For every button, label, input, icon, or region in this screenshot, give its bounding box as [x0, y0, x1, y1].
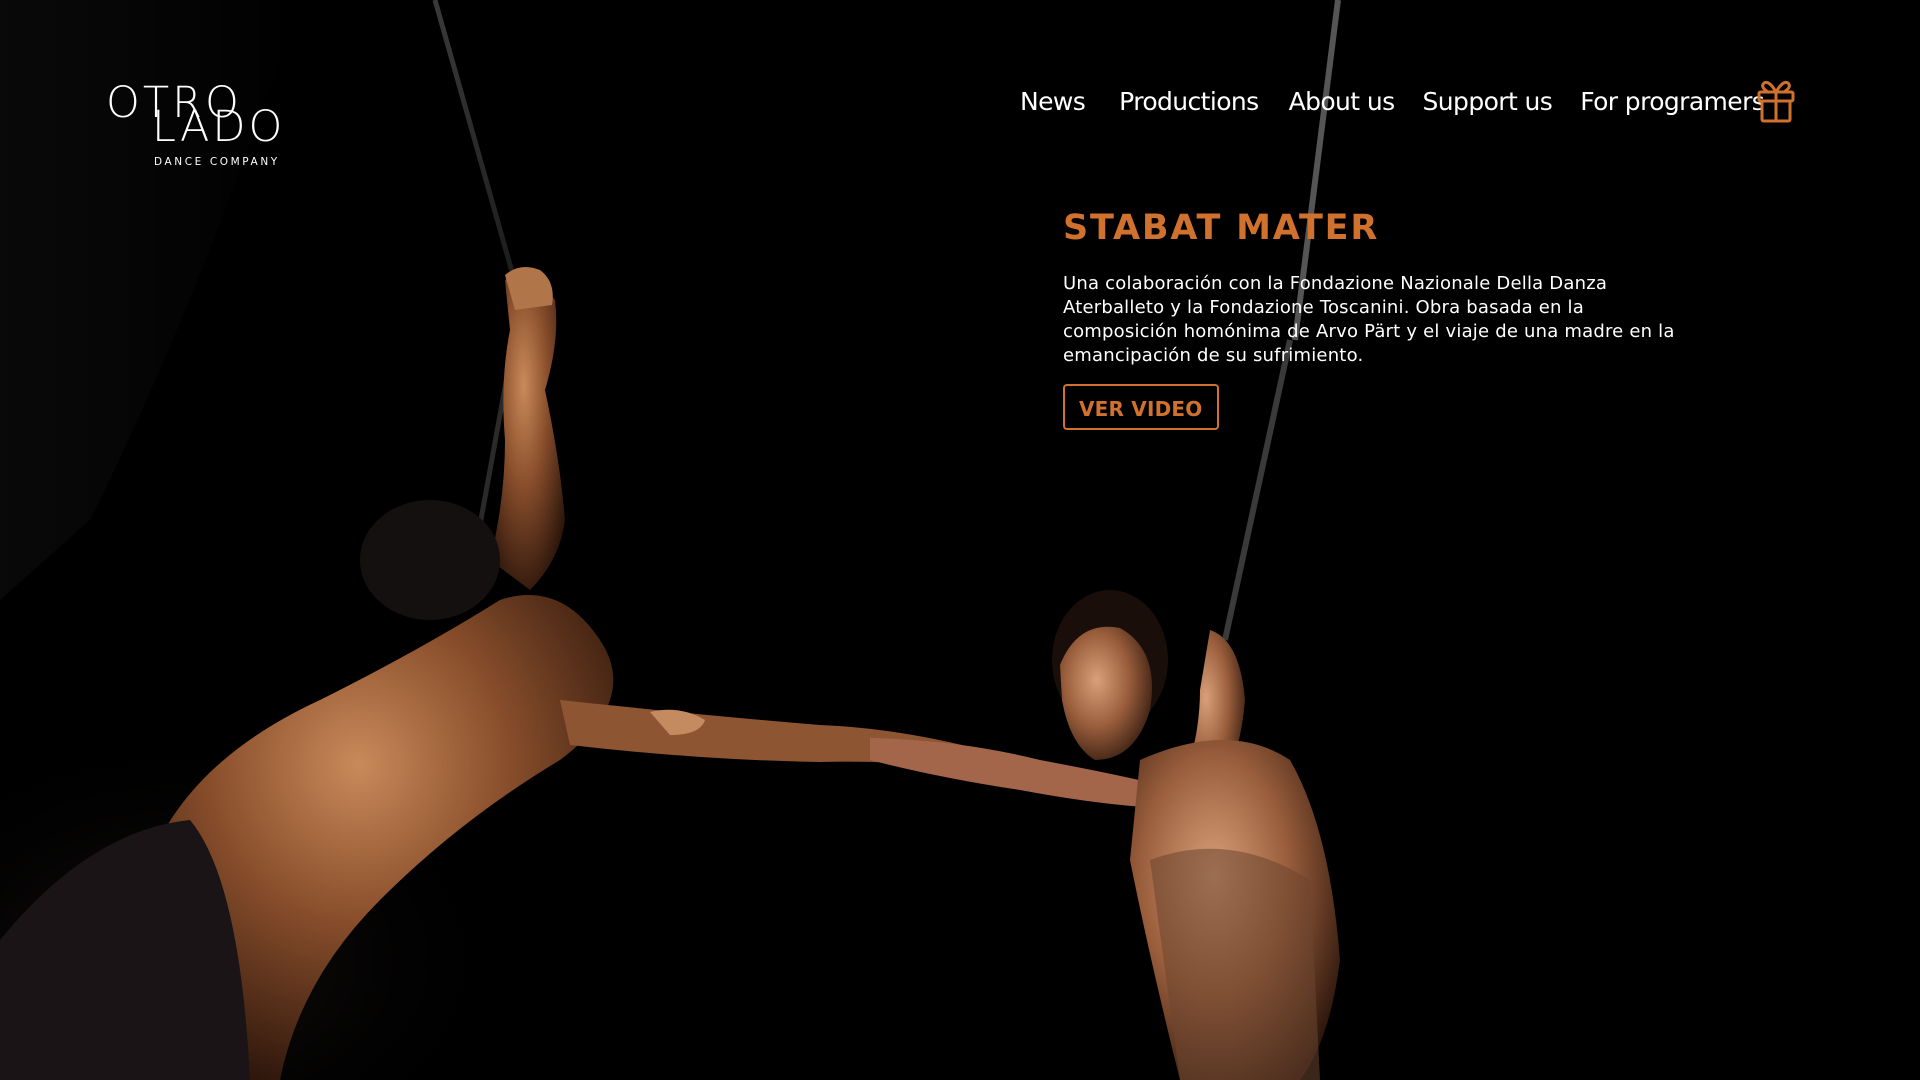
- hero-description: Una colaboración con la Fondazione Nazio…: [1063, 273, 1675, 366]
- nav-support-us[interactable]: Support us: [1423, 82, 1553, 122]
- nav-for-programers[interactable]: For programers: [1580, 82, 1765, 122]
- logo-lado: LADO: [152, 102, 286, 152]
- logo-tagline: DANCE COMPANY: [154, 156, 280, 168]
- nav-productions[interactable]: Productions: [1119, 82, 1259, 122]
- gift-icon[interactable]: [1756, 78, 1796, 124]
- nav-about-us[interactable]: About us: [1289, 82, 1396, 122]
- main-nav: News Productions About us Support us For…: [1020, 82, 1765, 122]
- page: OTRO LADO DANCE COMPANY News Productions…: [0, 0, 1920, 1080]
- ver-video-button[interactable]: VER VIDEO: [1063, 384, 1219, 430]
- logo[interactable]: OTRO LADO DANCE COMPANY: [106, 82, 296, 172]
- hero-title: STABAT MATER: [1063, 208, 1380, 248]
- nav-news[interactable]: News: [1020, 82, 1086, 122]
- hero-content: STABAT MATER Una colaboración con la Fon…: [1063, 204, 1703, 430]
